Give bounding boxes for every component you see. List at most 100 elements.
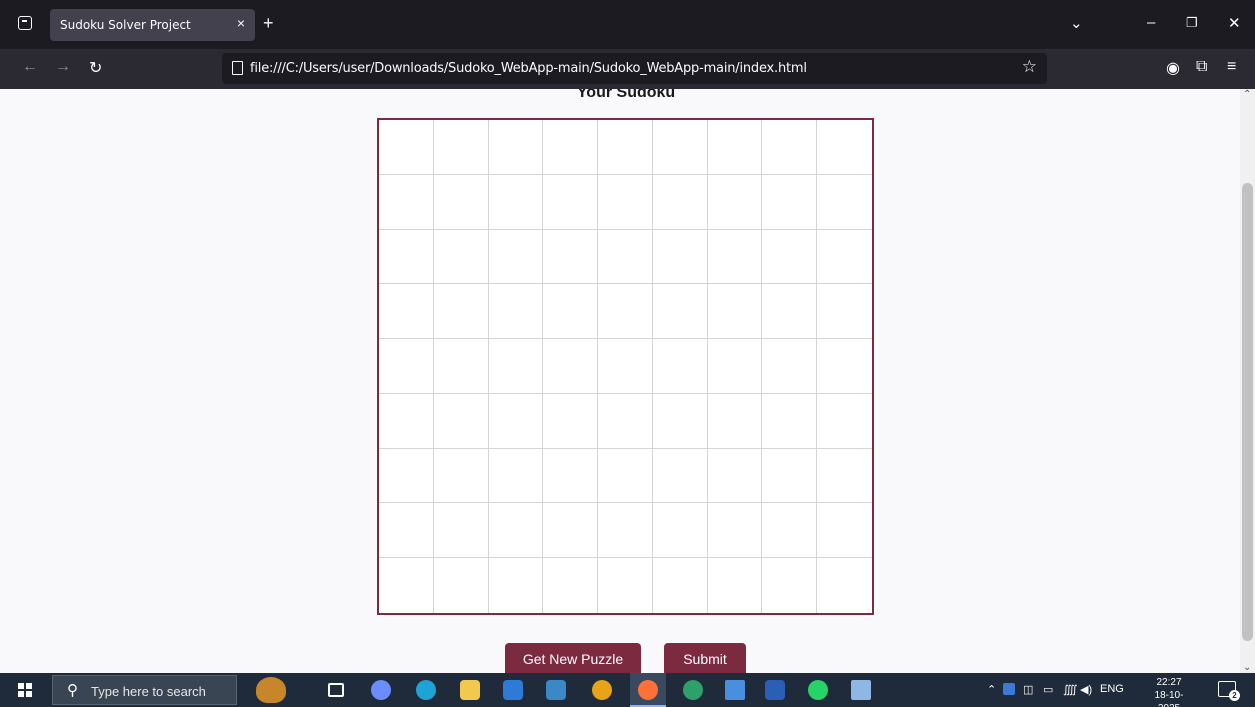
sudoku-cell[interactable]: [762, 448, 818, 504]
account-icon[interactable]: ◉: [1166, 58, 1180, 78]
sudoku-cell[interactable]: [433, 339, 489, 394]
sudoku-cell[interactable]: [707, 558, 763, 613]
sudoku-cell[interactable]: [433, 120, 489, 175]
address-bar[interactable]: file:///C:/Users/user/Downloads/Sudoko_W…: [222, 53, 1047, 84]
sudoku-cell[interactable]: [762, 120, 818, 175]
sudoku-cell[interactable]: [707, 503, 763, 559]
page-scrollbar[interactable]: ⌃ ⌄: [1240, 89, 1255, 673]
sudoku-cell[interactable]: [543, 393, 599, 449]
sudoku-cell[interactable]: [379, 448, 434, 504]
sudoku-cell[interactable]: [817, 174, 872, 230]
sudoku-cell[interactable]: [488, 284, 544, 340]
sudoku-cell[interactable]: [598, 448, 653, 504]
scroll-down-icon[interactable]: ⌄: [1243, 662, 1251, 673]
new-tab-button[interactable]: +: [263, 13, 274, 34]
reload-icon[interactable]: ↻: [89, 58, 102, 78]
close-icon[interactable]: ✕: [1228, 14, 1241, 32]
sudoku-cell[interactable]: [488, 120, 544, 175]
sudoku-cell[interactable]: [652, 284, 708, 340]
sudoku-cell[interactable]: [543, 284, 599, 340]
whatsapp-icon[interactable]: [808, 680, 828, 700]
sudoku-cell[interactable]: [543, 174, 599, 230]
submit-button[interactable]: Submit: [664, 643, 746, 673]
sudoku-cell[interactable]: [598, 120, 653, 175]
windows-start-icon[interactable]: [18, 683, 32, 697]
pot-of-gold-icon[interactable]: [256, 677, 286, 703]
scroll-thumb[interactable]: [1242, 183, 1253, 641]
notification-icon[interactable]: 2: [1218, 681, 1240, 701]
sudoku-cell[interactable]: [817, 503, 872, 559]
extensions-icon[interactable]: ⧉: [1196, 58, 1207, 76]
restore-icon[interactable]: ❐: [1186, 15, 1198, 31]
sudoku-cell[interactable]: [543, 229, 599, 285]
volume-icon[interactable]: ◀): [1080, 683, 1092, 696]
sudoku-cell[interactable]: [817, 284, 872, 340]
battery-icon[interactable]: ▭: [1043, 683, 1053, 696]
device-icon[interactable]: ◫: [1023, 683, 1033, 696]
sudoku-cell[interactable]: [488, 229, 544, 285]
sudoku-cell[interactable]: [598, 339, 653, 394]
sudoku-cell[interactable]: [433, 284, 489, 340]
sudoku-cell[interactable]: [488, 448, 544, 504]
mail-icon[interactable]: [546, 680, 566, 700]
file-explorer-icon[interactable]: [460, 680, 480, 700]
sudoku-cell[interactable]: [433, 448, 489, 504]
sudoku-cell[interactable]: [817, 558, 872, 613]
onedrive-icon[interactable]: [1003, 683, 1015, 695]
sudoku-cell[interactable]: [488, 393, 544, 449]
tab-close-icon[interactable]: ×: [237, 15, 245, 31]
show-hidden-icons-icon[interactable]: ⌃: [987, 683, 996, 696]
sudoku-cell[interactable]: [543, 339, 599, 394]
sudoku-cell[interactable]: [707, 448, 763, 504]
sudoku-cell[interactable]: [762, 503, 818, 559]
sudoku-cell[interactable]: [817, 339, 872, 394]
sudoku-cell[interactable]: [652, 448, 708, 504]
back-arrow-icon[interactable]: ←: [22, 58, 38, 76]
photos-icon[interactable]: [725, 680, 745, 700]
sudoku-cell[interactable]: [817, 448, 872, 504]
chrome-icon[interactable]: [592, 680, 612, 700]
firefox-icon[interactable]: [638, 680, 658, 700]
menu-icon[interactable]: ≡: [1227, 58, 1236, 76]
sudoku-cell[interactable]: [762, 229, 818, 285]
store-icon[interactable]: [503, 680, 523, 700]
sudoku-cell[interactable]: [433, 558, 489, 613]
sudoku-cell[interactable]: [762, 558, 818, 613]
scroll-up-icon[interactable]: ⌃: [1243, 89, 1251, 100]
sudoku-cell[interactable]: [379, 558, 434, 613]
word-icon[interactable]: [765, 680, 785, 700]
tab-sudoku[interactable]: Sudoku Solver Project ×: [50, 9, 255, 41]
copilot-icon[interactable]: [371, 680, 391, 700]
wifi-icon[interactable]: ⨌: [1063, 683, 1078, 696]
sudoku-cell[interactable]: [817, 120, 872, 175]
sudoku-cell[interactable]: [379, 229, 434, 285]
sudoku-cell[interactable]: [652, 558, 708, 613]
sudoku-cell[interactable]: [762, 339, 818, 394]
sudoku-cell[interactable]: [488, 558, 544, 613]
sudoku-cell[interactable]: [598, 229, 653, 285]
sudoku-cell[interactable]: [379, 393, 434, 449]
sudoku-cell[interactable]: [652, 393, 708, 449]
app-icon[interactable]: [851, 680, 871, 700]
sudoku-cell[interactable]: [598, 503, 653, 559]
sudoku-cell[interactable]: [652, 229, 708, 285]
sudoku-cell[interactable]: [433, 229, 489, 285]
sudoku-cell[interactable]: [598, 558, 653, 613]
forward-arrow-icon[interactable]: →: [55, 58, 71, 76]
get-new-puzzle-button[interactable]: Get New Puzzle: [505, 643, 641, 673]
sudoku-cell[interactable]: [707, 284, 763, 340]
tab-list-icon[interactable]: [18, 16, 32, 30]
clock[interactable]: 22:27 18-10-2025: [1147, 676, 1191, 707]
sudoku-cell[interactable]: [433, 503, 489, 559]
sudoku-cell[interactable]: [652, 503, 708, 559]
sudoku-cell[interactable]: [707, 229, 763, 285]
sudoku-cell[interactable]: [762, 174, 818, 230]
sudoku-cell[interactable]: [488, 503, 544, 559]
sudoku-cell[interactable]: [707, 174, 763, 230]
taskbar-search-box[interactable]: ⚲ Type here to search: [52, 675, 237, 705]
sudoku-cell[interactable]: [652, 174, 708, 230]
sudoku-cell[interactable]: [762, 393, 818, 449]
sudoku-cell[interactable]: [543, 558, 599, 613]
sudoku-cell[interactable]: [762, 284, 818, 340]
sudoku-cell[interactable]: [817, 393, 872, 449]
